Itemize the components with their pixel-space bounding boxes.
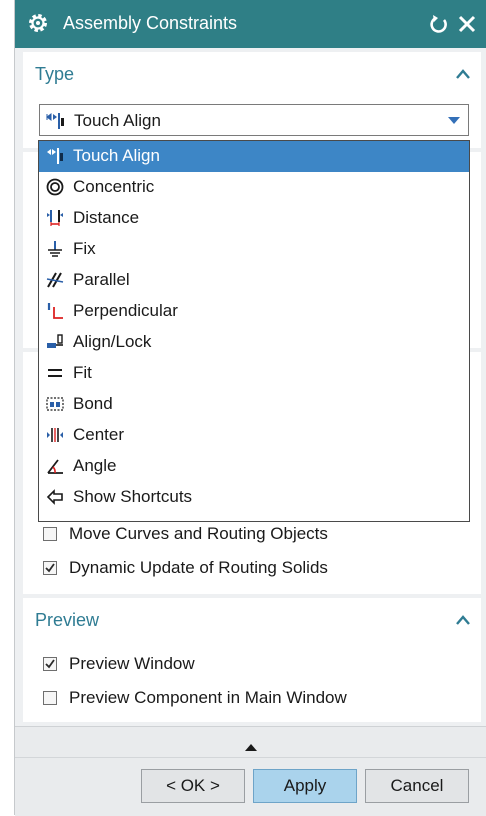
move-curves-label: Move Curves and Routing Objects (69, 524, 328, 543)
button-bar: < OK > Apply Cancel (15, 726, 486, 816)
dropdown-item-label: Center (73, 425, 125, 444)
cancel-button[interactable]: Cancel (365, 769, 469, 803)
center-icon (47, 428, 63, 442)
fix-icon (48, 241, 62, 257)
dropdown-item-label: Bond (73, 394, 113, 413)
dropdown-item-perpendicular[interactable]: Perpendicular (39, 296, 469, 327)
preview-window-checkbox[interactable] (43, 657, 57, 671)
dropdown-item-label: Parallel (73, 270, 130, 289)
preview-section: Preview Preview Window Preview Component… (23, 598, 481, 722)
ok-button[interactable]: < OK > (141, 769, 245, 803)
preview-window-label: Preview Window (69, 654, 195, 673)
preview-component-label: Preview Component in Main Window (69, 688, 347, 707)
constraint-type-select[interactable]: Touch Align (39, 104, 469, 136)
dropdown-item-label: Fix (73, 239, 96, 258)
dropdown-item-label: Concentric (73, 177, 155, 196)
chevron-up-icon[interactable] (455, 614, 471, 626)
parallel-icon (46, 272, 64, 288)
type-section: Type Touch Align (23, 52, 481, 148)
move-curves-checkbox[interactable] (43, 527, 57, 541)
dropdown-item-label: Perpendicular (73, 301, 178, 320)
close-icon[interactable] (455, 12, 479, 36)
concentric-icon (46, 178, 64, 196)
dropdown-item-label: Show Shortcuts (73, 487, 193, 506)
apply-button[interactable]: Apply (253, 769, 357, 803)
fit-icon (48, 369, 62, 377)
title-bar: Assembly Constraints (15, 0, 486, 48)
dynamic-update-label: Dynamic Update of Routing Solids (69, 558, 328, 577)
dropdown-item-center[interactable]: Center (39, 420, 469, 451)
selected-type-label: Touch Align (74, 111, 161, 130)
expand-arrow-icon[interactable] (243, 742, 259, 752)
dropdown-item-align-lock[interactable]: Align/Lock (39, 327, 469, 358)
angle-icon (47, 459, 63, 474)
dropdown-item-fix[interactable]: Fix (39, 234, 469, 265)
dropdown-item-bond[interactable]: Bond (39, 389, 469, 420)
touch-align-icon (47, 148, 63, 164)
dropdown-item-label: Touch Align (73, 146, 160, 165)
touch-align-icon (46, 113, 64, 129)
bond-icon (46, 397, 64, 411)
distance-icon (47, 210, 63, 226)
preview-component-checkbox[interactable] (43, 691, 57, 705)
preview-section-header: Preview (35, 610, 100, 630)
chevron-down-icon (448, 117, 460, 124)
align-lock-icon (47, 334, 63, 348)
constraint-type-dropdown: Touch Align Concentric Distance Fix Para… (38, 140, 470, 522)
dropdown-item-touch-align[interactable]: Touch Align (39, 141, 469, 172)
reset-icon[interactable] (427, 12, 451, 36)
dropdown-item-label: Align/Lock (73, 332, 152, 351)
type-section-header: Type (35, 64, 75, 84)
dropdown-item-label: Angle (73, 456, 117, 475)
gear-icon (29, 14, 47, 32)
window-title: Assembly Constraints (63, 13, 238, 33)
dropdown-item-label: Fit (73, 363, 92, 382)
perpendicular-icon (47, 303, 63, 319)
dropdown-item-parallel[interactable]: Parallel (39, 265, 469, 296)
dropdown-item-angle[interactable]: Angle (39, 451, 469, 482)
shortcuts-icon (46, 489, 63, 505)
dropdown-item-label: Distance (73, 208, 140, 227)
dropdown-item-fit[interactable]: Fit (39, 358, 469, 389)
dynamic-update-checkbox[interactable] (43, 561, 57, 575)
chevron-up-icon[interactable] (455, 68, 471, 80)
dropdown-item-show-shortcuts[interactable]: Show Shortcuts (39, 482, 469, 513)
dropdown-item-concentric[interactable]: Concentric (39, 172, 469, 203)
dropdown-item-distance[interactable]: Distance (39, 203, 469, 234)
separator (15, 757, 486, 758)
